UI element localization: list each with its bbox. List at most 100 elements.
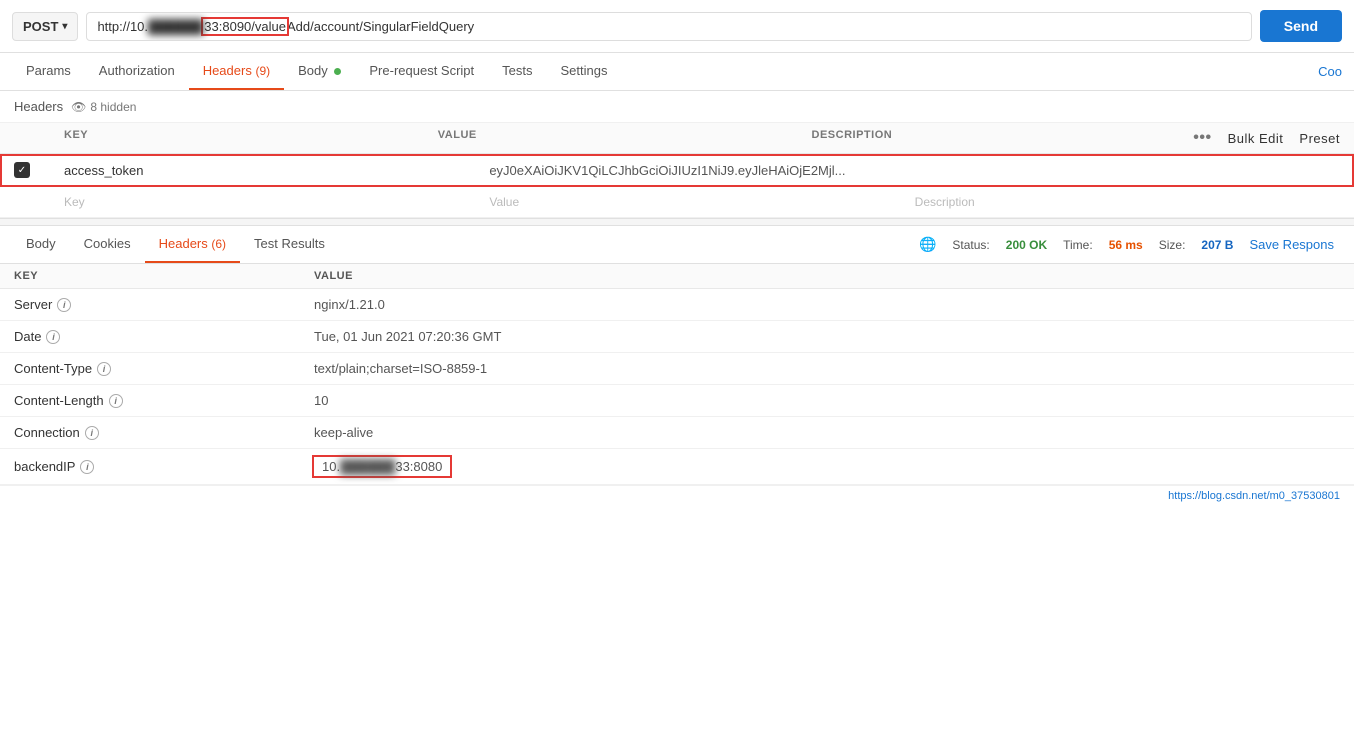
resp-key-backendip: backendIP i: [14, 459, 314, 474]
send-button[interactable]: Send: [1260, 10, 1342, 42]
row-key[interactable]: access_token: [64, 163, 489, 178]
size-label: Size:: [1159, 238, 1186, 252]
info-icon: i: [97, 362, 111, 376]
col-value: VALUE: [438, 129, 812, 147]
empty-description[interactable]: Description: [915, 195, 1340, 209]
request-table-header: KEY VALUE DESCRIPTION ••• Bulk Edit Pres…: [0, 123, 1354, 154]
response-row-contentlength: Content-Length i 10: [0, 385, 1354, 417]
tab-params[interactable]: Params: [12, 53, 85, 90]
row-value[interactable]: eyJ0eXAiOiJKV1QiLCJhbGciOiJIUzI1NiJ9.eyJ…: [489, 163, 914, 178]
info-icon: i: [109, 394, 123, 408]
response-row-connection: Connection i keep-alive: [0, 417, 1354, 449]
url-bar: POST ▾ http://10.██████33:8090/valueAdd/…: [0, 0, 1354, 53]
resp-key-label: backendIP: [14, 459, 75, 474]
resp-val-contenttype: text/plain;charset=ISO-8859-1: [314, 361, 1340, 376]
empty-row: Key Value Description: [0, 187, 1354, 218]
backendip-suffix: 33:8080: [395, 459, 442, 474]
resp-key-server: Server i: [14, 297, 314, 312]
more-icon[interactable]: •••: [1193, 129, 1211, 147]
response-row-server: Server i nginx/1.21.0: [0, 289, 1354, 321]
time-label: Time:: [1063, 238, 1093, 252]
url-middle: 33:8090/value: [203, 19, 287, 34]
col-key: KEY: [64, 129, 438, 147]
response-status: 🌐 Status: 200 OK Time: 56 ms Size: 207 B…: [919, 236, 1342, 253]
response-tabs: Body Cookies Headers (6) Test Results 🌐 …: [0, 226, 1354, 264]
info-icon: i: [46, 330, 60, 344]
resp-key-connection: Connection i: [14, 425, 314, 440]
url-input[interactable]: http://10.██████33:8090/valueAdd/account…: [86, 12, 1251, 41]
url-suffix: Add/account/SingularFieldQuery: [287, 19, 474, 34]
tab-settings[interactable]: Settings: [547, 53, 622, 90]
resp-key-label: Server: [14, 297, 52, 312]
section-divider: [0, 218, 1354, 226]
resp-key-label: Date: [14, 329, 41, 344]
tab-response-body[interactable]: Body: [12, 226, 70, 263]
status-label: Status:: [952, 238, 989, 252]
tab-response-cookies[interactable]: Cookies: [70, 226, 145, 263]
hidden-count: 8 hidden: [90, 100, 136, 114]
col-description: DESCRIPTION: [812, 129, 1186, 147]
tab-body-label: Body: [298, 63, 328, 78]
resp-col-key: KEY: [14, 270, 314, 282]
backendip-prefix: 10.: [322, 459, 340, 474]
save-response-button[interactable]: Save Respons: [1249, 237, 1334, 252]
resp-col-value: VALUE: [314, 270, 1340, 282]
resp-key-contentlength: Content-Length i: [14, 393, 314, 408]
empty-key[interactable]: Key: [64, 195, 489, 209]
size-value: 207 B: [1201, 238, 1233, 252]
resp-val-backendip: 10.██████33:8080: [314, 457, 1340, 476]
chevron-down-icon: ▾: [62, 21, 67, 32]
resp-key-contenttype: Content-Type i: [14, 361, 314, 376]
table-row: ✓ access_token eyJ0eXAiOiJKV1QiLCJhbGciO…: [0, 154, 1354, 187]
url-blurred: ██████: [148, 19, 203, 34]
tab-response-headers-label: Headers: [159, 236, 208, 251]
tab-headers-label: Headers: [203, 63, 252, 78]
resp-val-server: nginx/1.21.0: [314, 297, 1340, 312]
info-icon: i: [80, 460, 94, 474]
tab-headers-badge: (9): [255, 64, 270, 78]
tab-response-headers-badge: (6): [211, 237, 226, 251]
response-row-date: Date i Tue, 01 Jun 2021 07:20:36 GMT: [0, 321, 1354, 353]
empty-value[interactable]: Value: [489, 195, 914, 209]
footer-link[interactable]: https://blog.csdn.net/m0_37530801: [0, 485, 1354, 506]
checkbox-icon: ✓: [14, 162, 30, 178]
resp-key-label: Connection: [14, 425, 80, 440]
headers-section-bar: Headers 👁 8 hidden: [0, 91, 1354, 123]
info-icon: i: [57, 298, 71, 312]
method-select[interactable]: POST ▾: [12, 12, 78, 41]
tab-authorization[interactable]: Authorization: [85, 53, 189, 90]
body-dot-icon: [334, 68, 341, 75]
tab-prerequest[interactable]: Pre-request Script: [355, 53, 488, 90]
bulk-edit-button[interactable]: Bulk Edit: [1228, 131, 1284, 146]
url-prefix: http://10.: [97, 19, 148, 34]
tab-body[interactable]: Body: [284, 53, 355, 90]
globe-icon: 🌐: [919, 236, 936, 253]
response-row-backendip: backendIP i 10.██████33:8080: [0, 449, 1354, 485]
tab-test-results[interactable]: Test Results: [240, 226, 339, 263]
response-table-header: KEY VALUE: [0, 264, 1354, 289]
eye-icon: 👁: [71, 100, 86, 114]
resp-key-label: Content-Type: [14, 361, 92, 376]
tab-headers[interactable]: Headers (9): [189, 53, 284, 90]
request-tabs: Params Authorization Headers (9) Body Pr…: [0, 53, 1354, 91]
resp-val-contentlength: 10: [314, 393, 1340, 408]
tab-response-headers[interactable]: Headers (6): [145, 226, 240, 263]
cookies-link[interactable]: Coo: [1318, 64, 1342, 79]
status-value: 200 OK: [1006, 238, 1047, 252]
backendip-blurred: ██████: [340, 459, 395, 474]
resp-val-connection: keep-alive: [314, 425, 1340, 440]
resp-key-date: Date i: [14, 329, 314, 344]
method-label: POST: [23, 19, 58, 34]
tab-tests[interactable]: Tests: [488, 53, 546, 90]
col-check: [14, 129, 64, 147]
row-checkbox[interactable]: ✓: [14, 162, 64, 178]
hidden-badge: 👁 8 hidden: [71, 100, 136, 114]
resp-val-date: Tue, 01 Jun 2021 07:20:36 GMT: [314, 329, 1340, 344]
resp-key-label: Content-Length: [14, 393, 104, 408]
time-value: 56 ms: [1109, 238, 1143, 252]
table-actions: ••• Bulk Edit Preset: [1193, 129, 1340, 147]
headers-label: Headers: [14, 99, 63, 114]
info-icon: i: [85, 426, 99, 440]
response-row-contenttype: Content-Type i text/plain;charset=ISO-88…: [0, 353, 1354, 385]
preset-button[interactable]: Preset: [1299, 131, 1340, 146]
